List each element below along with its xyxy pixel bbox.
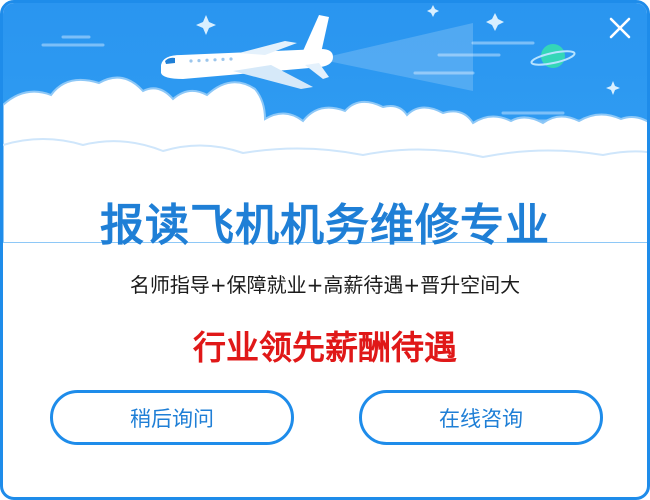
planet-icon	[530, 44, 576, 68]
consult-online-button[interactable]: 在线咨询	[359, 390, 603, 445]
light-beam	[318, 23, 473, 91]
salary-highlight: 行业领先薪酬待遇	[193, 328, 457, 367]
close-icon	[609, 17, 631, 39]
dialog-title: 报读飞机机务维修专业	[100, 200, 550, 251]
ask-later-button[interactable]: 稍后询问	[50, 390, 294, 445]
consult-dialog: 报读飞机机务维修专业 名师指导+保障就业+高薪待遇+晋升空间大 行业领先薪酬待遇…	[0, 0, 650, 500]
close-button[interactable]	[605, 13, 635, 43]
dialog-subtitle: 名师指导+保障就业+高薪待遇+晋升空间大	[129, 273, 521, 297]
airplane-icon	[161, 15, 333, 89]
